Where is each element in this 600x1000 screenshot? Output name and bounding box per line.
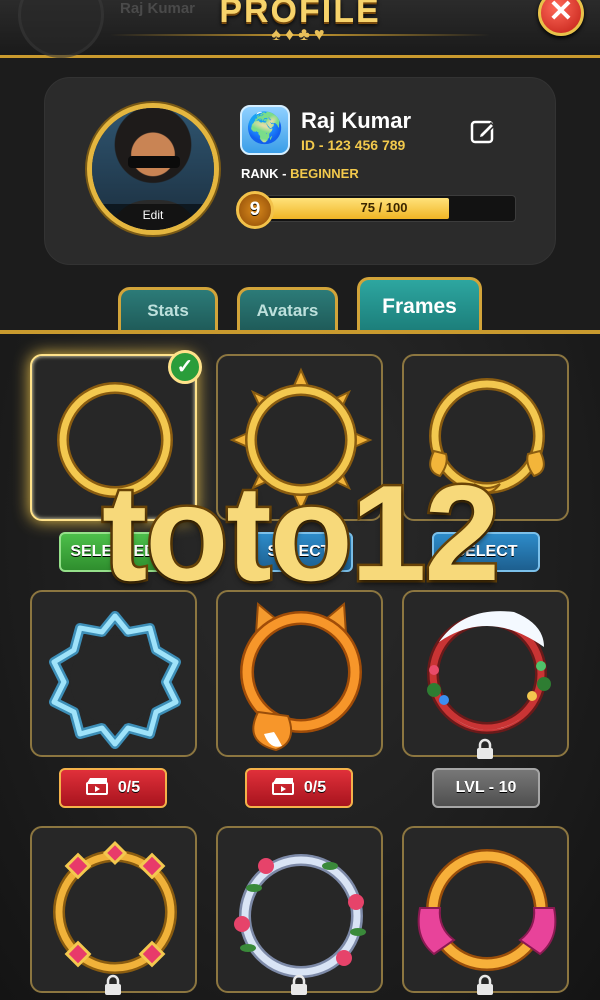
globe-icon: 🌍	[240, 105, 290, 155]
holiday-wreath-frame-icon	[427, 611, 551, 734]
frame-tile-floral[interactable]	[216, 826, 383, 993]
clapperboard-icon	[271, 778, 294, 795]
player-id: ID - 123 456 789	[301, 137, 406, 153]
level-badge: 9	[236, 191, 274, 229]
tab-stats[interactable]: Stats	[118, 287, 218, 332]
ribbon-frame-icon	[417, 849, 557, 971]
avatar[interactable]: Edit	[87, 103, 219, 235]
xp-progress-bar: 75 / 100	[248, 195, 516, 222]
frame-tile-holiday[interactable]	[402, 590, 569, 757]
watermark-text: toto12	[100, 455, 503, 612]
avatar-edit-label[interactable]: Edit	[92, 204, 214, 230]
watch-ad-button[interactable]: 0/5	[59, 768, 167, 808]
rank-value: BEGINNER	[290, 166, 359, 181]
selected-check-icon: ✓	[168, 350, 202, 384]
level-requirement-button: LVL - 10	[432, 768, 540, 808]
ice-crystal-frame-icon	[49, 611, 181, 749]
frame-tile-fox[interactable]	[216, 590, 383, 757]
header-bar: Raj Kumar PROFILE ♠♦♣♥	[0, 0, 600, 58]
card-suits-icon: ♠♦♣♥	[271, 24, 329, 44]
clapperboard-icon	[85, 778, 108, 795]
lock-icon	[105, 974, 121, 995]
lock-icon	[477, 738, 493, 759]
frame-tile-jeweled[interactable]	[30, 826, 197, 993]
sunglasses-icon	[128, 156, 180, 168]
ad-progress-text: 0/5	[303, 779, 327, 796]
lock-icon	[477, 974, 493, 995]
edit-icon[interactable]	[469, 117, 497, 145]
lock-icon	[291, 974, 307, 995]
xp-text: 75 / 100	[360, 200, 408, 215]
watch-ad-button[interactable]: 0/5	[245, 768, 353, 808]
frame-tile-ribbon[interactable]	[402, 826, 569, 993]
tab-avatars[interactable]: Avatars	[237, 287, 338, 332]
fox-frame-icon	[240, 601, 362, 752]
jeweled-frame-icon	[53, 840, 177, 974]
tab-frames[interactable]: Frames	[357, 277, 482, 334]
frame-tile-ice[interactable]	[30, 590, 197, 757]
floral-frame-icon	[234, 854, 366, 978]
player-name: Raj Kumar	[301, 108, 412, 133]
rank-text: RANK - BEGINNER	[241, 166, 359, 181]
ad-progress-text: 0/5	[117, 779, 141, 796]
rank-label: RANK -	[241, 166, 287, 181]
